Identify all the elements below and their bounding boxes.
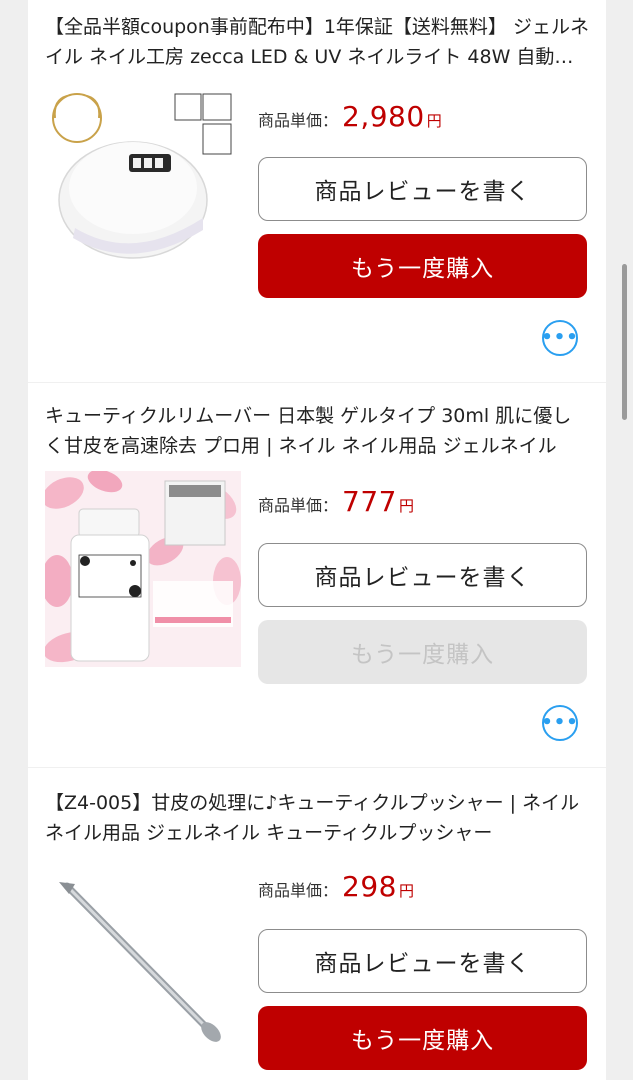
product-title[interactable]: キューティクルリムーバー 日本製 ゲルタイプ 30ml 肌に優しく甘皮を高速除去… xyxy=(45,401,590,461)
write-review-button[interactable]: 商品レビューを書く xyxy=(258,543,587,607)
price-value: 777 xyxy=(342,485,397,518)
buy-again-button-disabled: もう一度購入 xyxy=(258,620,587,684)
product-title[interactable]: 【全品半額coupon事前配布中】1年保証【送料無料】 ジェルネイル ネイル工房… xyxy=(45,12,590,72)
price-row: 商品単価： 2,980 円 xyxy=(258,100,442,133)
price-value: 298 xyxy=(342,870,397,903)
price-label: 商品単価： xyxy=(258,881,339,900)
price-row: 商品単価： 777 円 xyxy=(258,485,414,518)
order-item-card: 【Z4-005】甘皮の処理に♪キューティクルプッシャー | ネイル ネイル用品 … xyxy=(28,767,606,1080)
product-image[interactable] xyxy=(45,868,235,1058)
price-row: 商品単価： 298 円 xyxy=(258,870,414,903)
order-item-card: 【全品半額coupon事前配布中】1年保証【送料無料】 ジェルネイル ネイル工房… xyxy=(28,0,606,382)
scrollbar[interactable] xyxy=(622,264,627,420)
buy-again-button[interactable]: もう一度購入 xyxy=(258,1006,587,1070)
product-image[interactable] xyxy=(45,471,241,667)
price-unit: 円 xyxy=(398,882,414,900)
order-item-card: キューティクルリムーバー 日本製 ゲルタイプ 30ml 肌に優しく甘皮を高速除去… xyxy=(28,382,606,767)
product-image[interactable] xyxy=(45,88,235,278)
price-unit: 円 xyxy=(426,112,442,130)
order-history-page: 【全品半額coupon事前配布中】1年保証【送料無料】 ジェルネイル ネイル工房… xyxy=(28,0,606,1080)
write-review-button[interactable]: 商品レビューを書く xyxy=(258,929,587,993)
more-options-icon[interactable]: ••• xyxy=(541,320,578,356)
price-label: 商品単価： xyxy=(258,496,339,515)
write-review-button[interactable]: 商品レビューを書く xyxy=(258,157,587,221)
price-value: 2,980 xyxy=(342,100,425,133)
product-title[interactable]: 【Z4-005】甘皮の処理に♪キューティクルプッシャー | ネイル ネイル用品 … xyxy=(45,788,590,848)
buy-again-button[interactable]: もう一度購入 xyxy=(258,234,587,298)
price-label: 商品単価： xyxy=(258,111,339,130)
price-unit: 円 xyxy=(398,497,414,515)
more-options-icon[interactable]: ••• xyxy=(541,705,578,741)
